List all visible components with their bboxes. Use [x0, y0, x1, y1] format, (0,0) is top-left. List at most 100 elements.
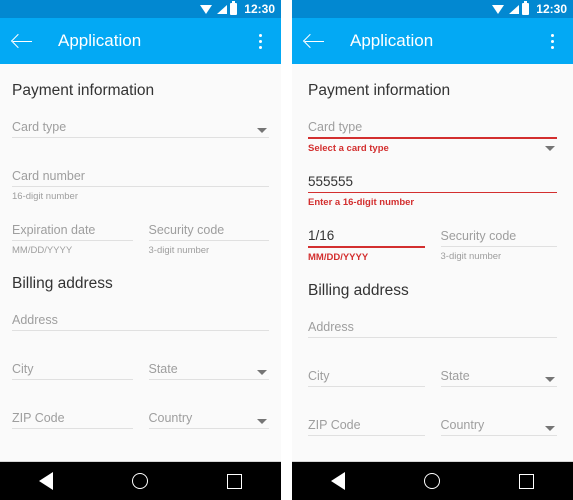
nav-recents-icon[interactable]	[518, 473, 534, 489]
battery-icon	[522, 1, 530, 15]
security-code-label: Security code	[148, 223, 225, 237]
system-navigation-bar	[0, 461, 281, 500]
status-icon-group: 12:30	[492, 1, 567, 16]
phone-screen-errors: 12:30 Application Payment information Ca…	[292, 0, 573, 500]
zip-code-label: ZIP Code	[12, 411, 65, 425]
chevron-down-icon[interactable]	[257, 370, 267, 375]
overflow-menu-icon[interactable]	[251, 31, 269, 51]
country-underline	[148, 428, 269, 429]
security-code-label: Security code	[440, 229, 517, 244]
app-bar: Application	[0, 18, 281, 64]
app-bar-title: Application	[58, 31, 142, 50]
field-state[interactable]: State	[148, 343, 269, 380]
card-type-error: Select a card type	[308, 142, 389, 154]
country-label: Country	[148, 411, 193, 425]
card-number-label: Card number	[12, 169, 85, 183]
field-country[interactable]: Country	[148, 392, 269, 429]
nav-home-icon[interactable]	[423, 473, 440, 489]
nav-back-icon[interactable]	[39, 472, 54, 490]
card-type-label: Card type	[308, 120, 363, 134]
field-security-code[interactable]: Security code 3-digit number	[440, 210, 557, 265]
nav-home-icon[interactable]	[131, 473, 148, 489]
nav-recents-icon[interactable]	[226, 473, 242, 489]
status-time: 12:30	[244, 2, 275, 16]
card-number-value: 555555	[308, 173, 354, 189]
city-label: City	[12, 362, 34, 376]
overflow-menu-icon[interactable]	[543, 31, 561, 51]
chevron-down-icon[interactable]	[257, 419, 267, 424]
card-number-helper: 16-digit number	[12, 191, 79, 202]
card-number-error: Enter a 16-digit number	[308, 197, 415, 209]
chevron-down-icon[interactable]	[545, 145, 555, 151]
app-bar-title: Application	[350, 31, 434, 50]
field-card-number[interactable]: Card number 16-digit number	[12, 150, 269, 204]
chevron-down-icon[interactable]	[257, 128, 267, 133]
overflow-dot	[550, 45, 554, 49]
status-time: 12:30	[536, 2, 567, 16]
back-arrow-icon[interactable]	[304, 30, 326, 52]
row-zip-country: ZIP Code Country	[12, 392, 269, 429]
expiration-date-error: MM/DD/YYYY	[308, 251, 369, 263]
system-navigation-bar	[292, 461, 573, 500]
country-label: Country	[440, 417, 485, 432]
security-code-helper: 3-digit number	[440, 251, 502, 263]
field-state[interactable]: State	[440, 350, 557, 387]
row-expiration-security: 1/16 MM/DD/YYYY Security code 3-digit nu…	[308, 210, 557, 265]
billing-address-heading: Billing address	[12, 275, 113, 292]
overflow-dot	[258, 45, 262, 49]
expiration-date-label: Expiration date	[12, 223, 96, 237]
chevron-down-icon[interactable]	[545, 376, 555, 382]
city-label: City	[308, 368, 330, 383]
row-zip-country: ZIP Code Country	[308, 399, 557, 436]
payment-form: Payment information Card type Card numbe…	[0, 64, 281, 461]
field-card-type[interactable]: Card type Select a card type	[308, 101, 557, 156]
address-label: Address	[308, 319, 354, 334]
payment-form: Payment information Card type Select a c…	[292, 64, 573, 461]
expiration-date-helper: MM/DD/YYYY	[12, 245, 73, 256]
state-underline	[148, 379, 269, 380]
phone-screen-default: 12:30 Application Payment information Ca…	[0, 0, 281, 500]
field-security-code[interactable]: Security code 3-digit number	[148, 204, 269, 258]
card-type-label: Card type	[12, 120, 67, 134]
address-underline	[308, 336, 557, 338]
field-expiration-date[interactable]: Expiration date MM/DD/YYYY	[12, 204, 133, 258]
zip-code-underline	[12, 428, 133, 429]
signal-icon	[508, 4, 520, 15]
status-bar: 12:30	[292, 0, 573, 18]
wifi-icon	[200, 4, 213, 15]
field-country[interactable]: Country	[440, 399, 557, 436]
payment-information-heading: Payment information	[308, 82, 451, 99]
nav-back-icon[interactable]	[331, 472, 346, 490]
address-label: Address	[12, 313, 58, 327]
battery-icon	[230, 1, 238, 15]
payment-information-heading: Payment information	[12, 82, 155, 99]
billing-address-heading: Billing address	[308, 281, 409, 299]
field-expiration-date[interactable]: 1/16 MM/DD/YYYY	[308, 210, 425, 265]
field-zip-code[interactable]: ZIP Code	[308, 399, 425, 436]
field-zip-code[interactable]: ZIP Code	[12, 392, 133, 429]
card-type-underline	[12, 137, 269, 138]
row-expiration-security: Expiration date MM/DD/YYYY Security code…	[12, 204, 269, 258]
overflow-dot	[258, 33, 262, 37]
field-card-number[interactable]: 555555 Enter a 16-digit number	[308, 156, 557, 211]
field-card-type[interactable]: Card type	[12, 101, 269, 138]
zip-code-underline	[308, 434, 425, 436]
status-bar: 12:30	[0, 0, 281, 18]
state-label: State	[148, 362, 178, 376]
overflow-dot	[258, 39, 262, 43]
field-city[interactable]: City	[308, 350, 425, 387]
row-city-state: City State	[308, 350, 557, 387]
chevron-down-icon[interactable]	[545, 425, 555, 431]
overflow-dot	[550, 39, 554, 43]
field-address[interactable]: Address	[308, 301, 557, 338]
field-city[interactable]: City	[12, 343, 133, 380]
field-address[interactable]: Address	[12, 294, 269, 331]
app-bar: Application	[292, 18, 573, 64]
two-phone-comparison: 12:30 Application Payment information Ca…	[0, 0, 573, 500]
country-underline	[440, 434, 557, 436]
back-arrow-icon[interactable]	[12, 30, 34, 52]
